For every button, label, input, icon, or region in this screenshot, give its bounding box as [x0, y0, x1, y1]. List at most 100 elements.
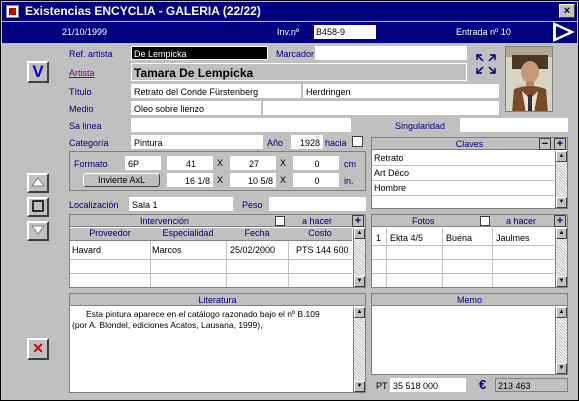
scroll-down-icon[interactable]: ▼	[556, 276, 567, 287]
validate-button[interactable]: V	[27, 61, 49, 83]
scroll-up-icon[interactable]: ▲	[354, 228, 365, 239]
times-sign: X	[280, 175, 287, 185]
cm-width-field[interactable]: 41	[167, 156, 213, 170]
ano-field[interactable]: 1928	[291, 135, 323, 149]
artwork-thumbnail[interactable]	[505, 46, 553, 112]
foto-type-cell: Ekta 4/5	[390, 233, 424, 243]
foto-author-cell: Jaulmes	[496, 233, 530, 243]
hacia-checkbox[interactable]	[352, 136, 363, 147]
claves-scrollbar[interactable]: ▲ ▼	[555, 151, 567, 208]
fotos-scrollbar[interactable]: ▲ ▼	[555, 228, 567, 287]
ano-label: Año	[267, 138, 284, 148]
titulo-field-1[interactable]: Retrato del Conde Fürstenberg	[131, 84, 301, 98]
ref-artista-label: Ref. artista	[69, 49, 113, 59]
row-divider	[372, 165, 554, 166]
inv-number-field[interactable]: B458-9	[314, 25, 376, 39]
fotos-add-button[interactable]: +	[554, 215, 566, 227]
in-width-field[interactable]: 16 1/8	[167, 173, 213, 187]
in-height-fraction: 5/8	[260, 176, 273, 186]
scroll-up-icon[interactable]: ▲	[556, 228, 567, 239]
ref-artista-field[interactable]: De Lempicka	[131, 46, 268, 60]
intervencion-add-button[interactable]: +	[352, 215, 364, 227]
next-record-arrow-icon[interactable]	[553, 22, 575, 42]
fotos-a-hacer-checkbox[interactable]	[480, 216, 490, 226]
invierte-button[interactable]: Invierte AxL	[83, 173, 160, 187]
row-divider	[372, 245, 554, 246]
nav-stop-button[interactable]	[27, 197, 49, 217]
especialidad-cell: Marcos	[152, 245, 182, 255]
memo-title: Memo	[372, 294, 567, 306]
cm-depth-field[interactable]: 0	[293, 156, 339, 170]
cm-unit-label: cm	[344, 159, 356, 169]
marcador-label: Marcador	[276, 49, 315, 59]
medio-label: Medio	[69, 104, 94, 114]
literatura-panel: Literatura Esta pintura aparece en el ca…	[69, 293, 366, 393]
row-divider	[372, 273, 554, 274]
euro-value-field: 213 463	[495, 378, 568, 392]
square-icon	[32, 200, 44, 212]
close-button[interactable]: ×	[559, 4, 575, 18]
medio-field-2[interactable]	[263, 101, 499, 115]
memo-scrollbar[interactable]: ▲ ▼	[555, 307, 567, 374]
record-header: 21/10/1999 Inv.nº B458-9 Entrada nº 10	[2, 22, 577, 43]
col-divider	[386, 228, 387, 287]
claves-item[interactable]: Retrato	[374, 153, 404, 163]
in-height-field[interactable]: 10 5/8	[230, 173, 276, 187]
singularidad-field[interactable]	[460, 118, 568, 132]
scroll-down-icon[interactable]: ▼	[354, 276, 365, 287]
intervencion-header-row: Proveedor Especialidad Fecha Costo	[70, 228, 352, 241]
intervencion-scrollbar[interactable]: ▲ ▼	[353, 228, 365, 287]
marcador-field[interactable]	[315, 46, 467, 60]
claves-add-button[interactable]: +	[554, 138, 566, 150]
sa-linea-label: Sa linea	[69, 121, 102, 131]
scroll-down-icon[interactable]: ▼	[556, 197, 567, 208]
intervencion-a-hacer-checkbox[interactable]	[275, 216, 285, 226]
scroll-up-icon[interactable]: ▲	[354, 307, 365, 318]
formato-code-field[interactable]: 6P	[125, 156, 161, 170]
artista-link[interactable]: Artista	[69, 68, 95, 78]
scroll-up-icon[interactable]: ▲	[556, 307, 567, 318]
col-divider	[288, 241, 289, 287]
row-divider	[372, 180, 554, 181]
pt-value-field[interactable]: 35 518 000	[390, 378, 466, 392]
foto-number-cell: 1	[376, 233, 382, 243]
peso-field[interactable]	[269, 197, 366, 211]
portrait-image-icon	[506, 47, 552, 111]
localizacion-field[interactable]: Sala 1	[129, 197, 233, 211]
intervencion-a-hacer-label: a hacer	[302, 216, 333, 226]
claves-panel: Claves − + Retrato Art Déco Hombre ▲ ▼	[371, 137, 568, 209]
artista-field[interactable]: Tamara De Lempicka	[131, 63, 467, 81]
scroll-down-icon[interactable]: ▼	[354, 381, 365, 392]
sa-linea-field[interactable]	[131, 118, 351, 132]
nav-down-button[interactable]	[27, 221, 49, 241]
claves-remove-button[interactable]: −	[539, 138, 551, 150]
categoria-field[interactable]: Pintura	[131, 135, 263, 149]
literatura-textarea[interactable]: Esta pintura aparece en el catálogo razo…	[70, 307, 352, 392]
claves-title: Claves	[372, 138, 567, 150]
cm-height-field[interactable]: 27	[230, 156, 276, 170]
title-bar: Existencias ENCYCLIA - GALERIA (22/22) ×	[2, 2, 577, 21]
expand-image-icon[interactable]	[475, 53, 497, 75]
scroll-up-icon[interactable]: ▲	[556, 151, 567, 162]
claves-item[interactable]: Art Déco	[374, 168, 409, 178]
col-divider	[150, 241, 151, 287]
claves-item[interactable]: Hombre	[374, 183, 406, 193]
nav-up-button[interactable]	[27, 173, 49, 193]
peso-label: Peso	[242, 200, 263, 210]
singularidad-label: Singularidad	[395, 121, 446, 131]
in-height-value: 10	[247, 176, 258, 186]
triangle-up-icon	[31, 177, 45, 187]
scroll-down-icon[interactable]: ▼	[556, 363, 567, 374]
in-depth-field[interactable]: 0	[293, 173, 339, 187]
col-divider	[492, 228, 493, 287]
formato-label: Formato	[74, 159, 108, 169]
delete-button[interactable]: ✕	[27, 338, 49, 360]
window-title: Existencias ENCYCLIA - GALERIA (22/22)	[25, 4, 261, 18]
memo-textarea[interactable]	[372, 307, 554, 374]
literatura-scrollbar[interactable]: ▲ ▼	[353, 307, 365, 392]
medio-field[interactable]: Oleo sobre lienzo	[131, 101, 261, 115]
titulo-field-2[interactable]: Herdringen	[303, 84, 499, 98]
titulo-label: Título	[69, 87, 92, 97]
intervencion-panel: Intervención a hacer + Proveedor Especia…	[69, 214, 366, 288]
col-costo: Costo	[308, 228, 332, 238]
